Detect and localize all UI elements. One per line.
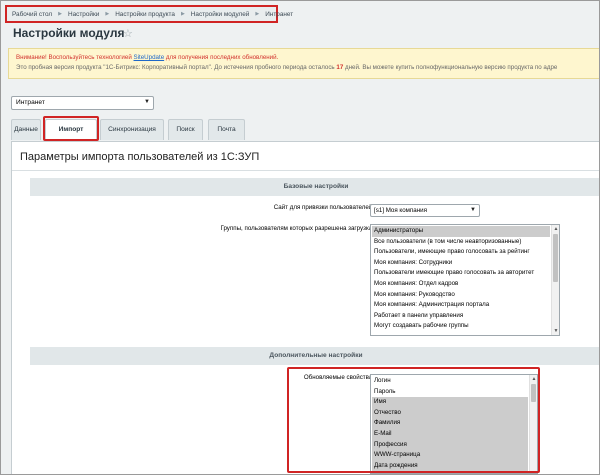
tab-sync[interactable]: Синхронизация [100,119,164,140]
groups-listbox[interactable]: ▲ ▼ Администраторы Все пользователи (в то… [370,224,560,336]
trial-text-end: дней. Вы можете купить полнофункциональн… [343,64,558,71]
groups-scrollbar[interactable]: ▲ ▼ [551,225,559,335]
import-tab-highlight [43,116,99,141]
dropdown-arrow-icon: ▼ [470,207,476,213]
tab-mail[interactable]: Почта [208,119,245,140]
notice-line-1: Внимание! Воспользуйтесь технологией Sit… [16,53,599,63]
notice-line-2: Это пробная версия продукта "1С-Битрикс:… [16,63,599,73]
group-option[interactable]: Все пользователи (в том числе неавторизо… [372,237,550,248]
group-option[interactable]: Моя компания: Администрация портала [372,300,550,311]
breadcrumb-item-intranet[interactable]: Интранет [265,11,293,18]
group-option[interactable]: Пользователи имеющие право голосовать за… [372,268,550,279]
breadcrumb-separator-icon: ▶ [180,11,185,17]
additional-settings-header: Дополнительные настройки [30,347,599,365]
section-divider [12,170,599,171]
section-title: Параметры импорта пользователей из 1С:ЗУ… [20,151,260,163]
group-option[interactable]: Моя компания: Сотрудники [372,258,550,269]
site-binding-value: [s1] Моя компания [374,207,427,214]
tab-search[interactable]: Поиск [168,119,203,140]
admin-window: Рабочий стол ▶ Настройки ▶ Настройки про… [0,0,600,475]
breadcrumb-separator-icon: ▶ [105,11,110,17]
breadcrumb-separator-icon: ▶ [58,11,62,17]
site-select-value: Интранет [16,99,45,106]
group-option[interactable]: Моя компания: Руководство [372,290,550,301]
group-option[interactable]: Могут создавать рабочие группы [372,321,550,332]
breadcrumb-item-settings[interactable]: Настройки [68,11,99,18]
breadcrumb-item-desktop[interactable]: Рабочий стол [12,11,52,18]
site-binding-label: Сайт для привязки пользователей: [273,204,374,211]
scroll-thumb[interactable] [553,234,558,282]
group-option[interactable]: Пользователи, имеющие право голосовать з… [372,247,550,258]
site-select[interactable]: Интранет ▼ [11,96,154,110]
breadcrumb-item-module-settings[interactable]: Настройки модулей [191,11,250,18]
page-title: Настройки модуля [13,26,125,40]
breadcrumb-separator-icon: ▶ [255,11,260,17]
breadcrumb: Рабочий стол ▶ Настройки ▶ Настройки про… [5,5,293,23]
group-option[interactable]: Моя компания: Отдел кадров [372,279,550,290]
notice-warning-text: Внимание! Воспользуйтесь технологией [16,54,132,61]
breadcrumb-item-product-settings[interactable]: Настройки продукта [115,11,175,18]
favorite-star-icon[interactable]: ☆ [123,27,133,40]
groups-label: Группы, пользователям которых разрешена … [220,225,374,232]
scroll-up-icon[interactable]: ▲ [552,225,559,233]
update-notice: Внимание! Воспользуйтесь технологией Sit… [8,48,599,79]
basic-settings-header: Базовые настройки [30,178,599,196]
site-binding-select[interactable]: [s1] Моя компания ▼ [370,204,480,217]
props-highlight [287,367,540,473]
scroll-down-icon[interactable]: ▼ [552,327,559,335]
siteupdate-link[interactable]: SiteUpdate [134,54,165,61]
notice-warning-rest: для получения последних обновлений. [164,54,279,61]
dropdown-arrow-icon: ▼ [144,99,150,105]
group-option[interactable]: Администраторы [372,226,550,237]
group-option[interactable]: Работает в панели управления [372,311,550,322]
tab-data[interactable]: Данные [11,119,41,140]
trial-text: Это пробная версия продукта "1С-Битрикс:… [16,64,337,71]
